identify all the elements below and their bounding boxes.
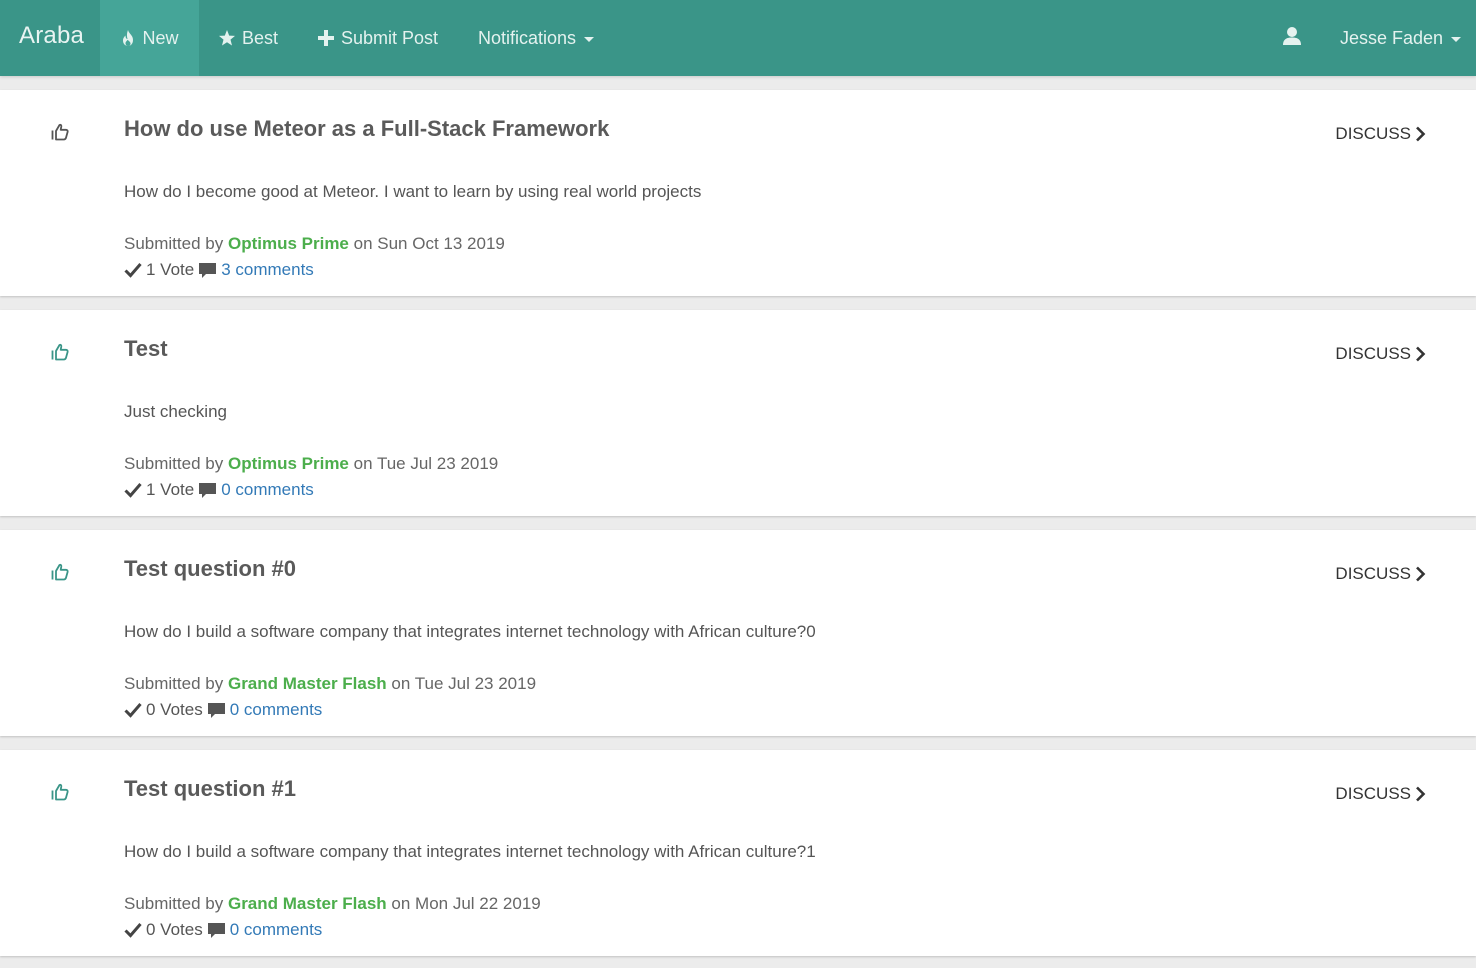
post-author[interactable]: Optimus Prime bbox=[228, 234, 349, 253]
post-date: on Sun Oct 13 2019 bbox=[353, 234, 505, 253]
check-icon bbox=[124, 262, 142, 278]
nav-submit-post[interactable]: Submit Post bbox=[317, 0, 438, 76]
post-stats: 1 Vote 3 comments bbox=[124, 260, 314, 280]
discuss-label: DISCUSS bbox=[1335, 564, 1411, 583]
nav-new-label: New bbox=[142, 27, 179, 48]
submitted-by-label: Submitted by bbox=[124, 234, 224, 253]
submitted-by-label: Submitted by bbox=[124, 894, 224, 913]
post-title[interactable]: How do use Meteor as a Full-Stack Framew… bbox=[124, 116, 609, 142]
user-name: Jesse Faden bbox=[1340, 27, 1444, 48]
chevron-right-icon bbox=[1416, 786, 1426, 802]
user-icon bbox=[1282, 26, 1302, 51]
top-navbar: Araba New Best Submit Post Notifications… bbox=[0, 0, 1476, 76]
discuss-link[interactable]: DISCUSS bbox=[1335, 344, 1426, 364]
post-date: on Tue Jul 23 2019 bbox=[391, 674, 537, 693]
discuss-label: DISCUSS bbox=[1335, 124, 1411, 143]
post-author[interactable]: Optimus Prime bbox=[228, 454, 349, 473]
submitted-by-label: Submitted by bbox=[124, 674, 224, 693]
user-icon-button[interactable] bbox=[1282, 0, 1302, 76]
discuss-link[interactable]: DISCUSS bbox=[1335, 564, 1426, 584]
vote-count: 0 Votes bbox=[146, 920, 203, 939]
comment-icon bbox=[198, 482, 217, 499]
thumbs-up-icon[interactable] bbox=[50, 122, 70, 142]
nav-notifications-label: Notifications bbox=[478, 27, 577, 48]
vote-count: 1 Vote bbox=[146, 480, 195, 499]
comment-icon bbox=[207, 702, 226, 719]
chevron-down-icon bbox=[1451, 36, 1462, 42]
check-icon bbox=[124, 922, 142, 938]
comments-link[interactable]: 0 comments bbox=[230, 700, 323, 720]
chevron-right-icon bbox=[1416, 566, 1426, 582]
post-card: How do use Meteor as a Full-Stack Framew… bbox=[0, 90, 1476, 296]
post-author[interactable]: Grand Master Flash bbox=[228, 894, 387, 913]
discuss-label: DISCUSS bbox=[1335, 784, 1411, 803]
chevron-right-icon bbox=[1416, 346, 1426, 362]
user-menu[interactable]: Jesse Faden bbox=[1340, 0, 1462, 76]
discuss-link[interactable]: DISCUSS bbox=[1335, 124, 1426, 144]
vote-count: 1 Vote bbox=[146, 260, 195, 279]
discuss-label: DISCUSS bbox=[1335, 344, 1411, 363]
post-stats: 0 Votes 0 comments bbox=[124, 920, 322, 940]
post-title[interactable]: Test question #0 bbox=[124, 556, 296, 582]
post-title[interactable]: Test question #1 bbox=[124, 776, 296, 802]
nav-submit-post-label: Submit Post bbox=[341, 27, 439, 48]
comment-icon bbox=[198, 262, 217, 279]
post-card: Test question #1 DISCUSS How do I build … bbox=[0, 750, 1476, 956]
chevron-down-icon bbox=[584, 36, 595, 42]
post-meta: Submitted by Optimus Prime on Tue Jul 23… bbox=[124, 454, 498, 474]
post-stats: 0 Votes 0 comments bbox=[124, 700, 322, 720]
post-meta: Submitted by Grand Master Flash on Tue J… bbox=[124, 674, 536, 694]
check-icon bbox=[124, 482, 142, 498]
thumbs-up-icon[interactable] bbox=[50, 562, 70, 582]
nav-best-label: Best bbox=[242, 27, 279, 48]
chevron-right-icon bbox=[1416, 126, 1426, 142]
thumbs-up-icon[interactable] bbox=[50, 782, 70, 802]
post-card: Test question #0 DISCUSS How do I build … bbox=[0, 530, 1476, 736]
post-body: How do I become good at Meteor. I want t… bbox=[124, 182, 702, 201]
fire-icon bbox=[120, 29, 136, 47]
post-date: on Mon Jul 22 2019 bbox=[391, 894, 541, 913]
star-icon bbox=[218, 29, 236, 47]
vote-count: 0 Votes bbox=[146, 700, 203, 719]
nav-notifications[interactable]: Notifications bbox=[478, 0, 595, 76]
submitted-by-label: Submitted by bbox=[124, 454, 224, 473]
comment-icon bbox=[207, 922, 226, 939]
discuss-link[interactable]: DISCUSS bbox=[1335, 784, 1426, 804]
comments-link[interactable]: 0 comments bbox=[230, 920, 323, 940]
post-card: Test DISCUSS Just checking Submitted by … bbox=[0, 310, 1476, 516]
post-date: on Tue Jul 23 2019 bbox=[353, 454, 499, 473]
post-meta: Submitted by Optimus Prime on Sun Oct 13… bbox=[124, 234, 505, 254]
nav-new[interactable]: New bbox=[100, 0, 199, 76]
post-author[interactable]: Grand Master Flash bbox=[228, 674, 387, 693]
post-stats: 1 Vote 0 comments bbox=[124, 480, 314, 500]
comments-link[interactable]: 0 comments bbox=[221, 480, 314, 500]
comments-link[interactable]: 3 comments bbox=[221, 260, 314, 280]
post-title[interactable]: Test bbox=[124, 336, 168, 362]
nav-best[interactable]: Best bbox=[218, 0, 278, 76]
post-body: How do I build a software company that i… bbox=[124, 842, 816, 861]
post-body: How do I build a software company that i… bbox=[124, 622, 816, 641]
check-icon bbox=[124, 702, 142, 718]
thumbs-up-icon[interactable] bbox=[50, 342, 70, 362]
post-meta: Submitted by Grand Master Flash on Mon J… bbox=[124, 894, 541, 914]
brand-logo[interactable]: Araba bbox=[19, 22, 84, 50]
post-body: Just checking bbox=[124, 402, 227, 421]
plus-icon bbox=[317, 29, 335, 47]
